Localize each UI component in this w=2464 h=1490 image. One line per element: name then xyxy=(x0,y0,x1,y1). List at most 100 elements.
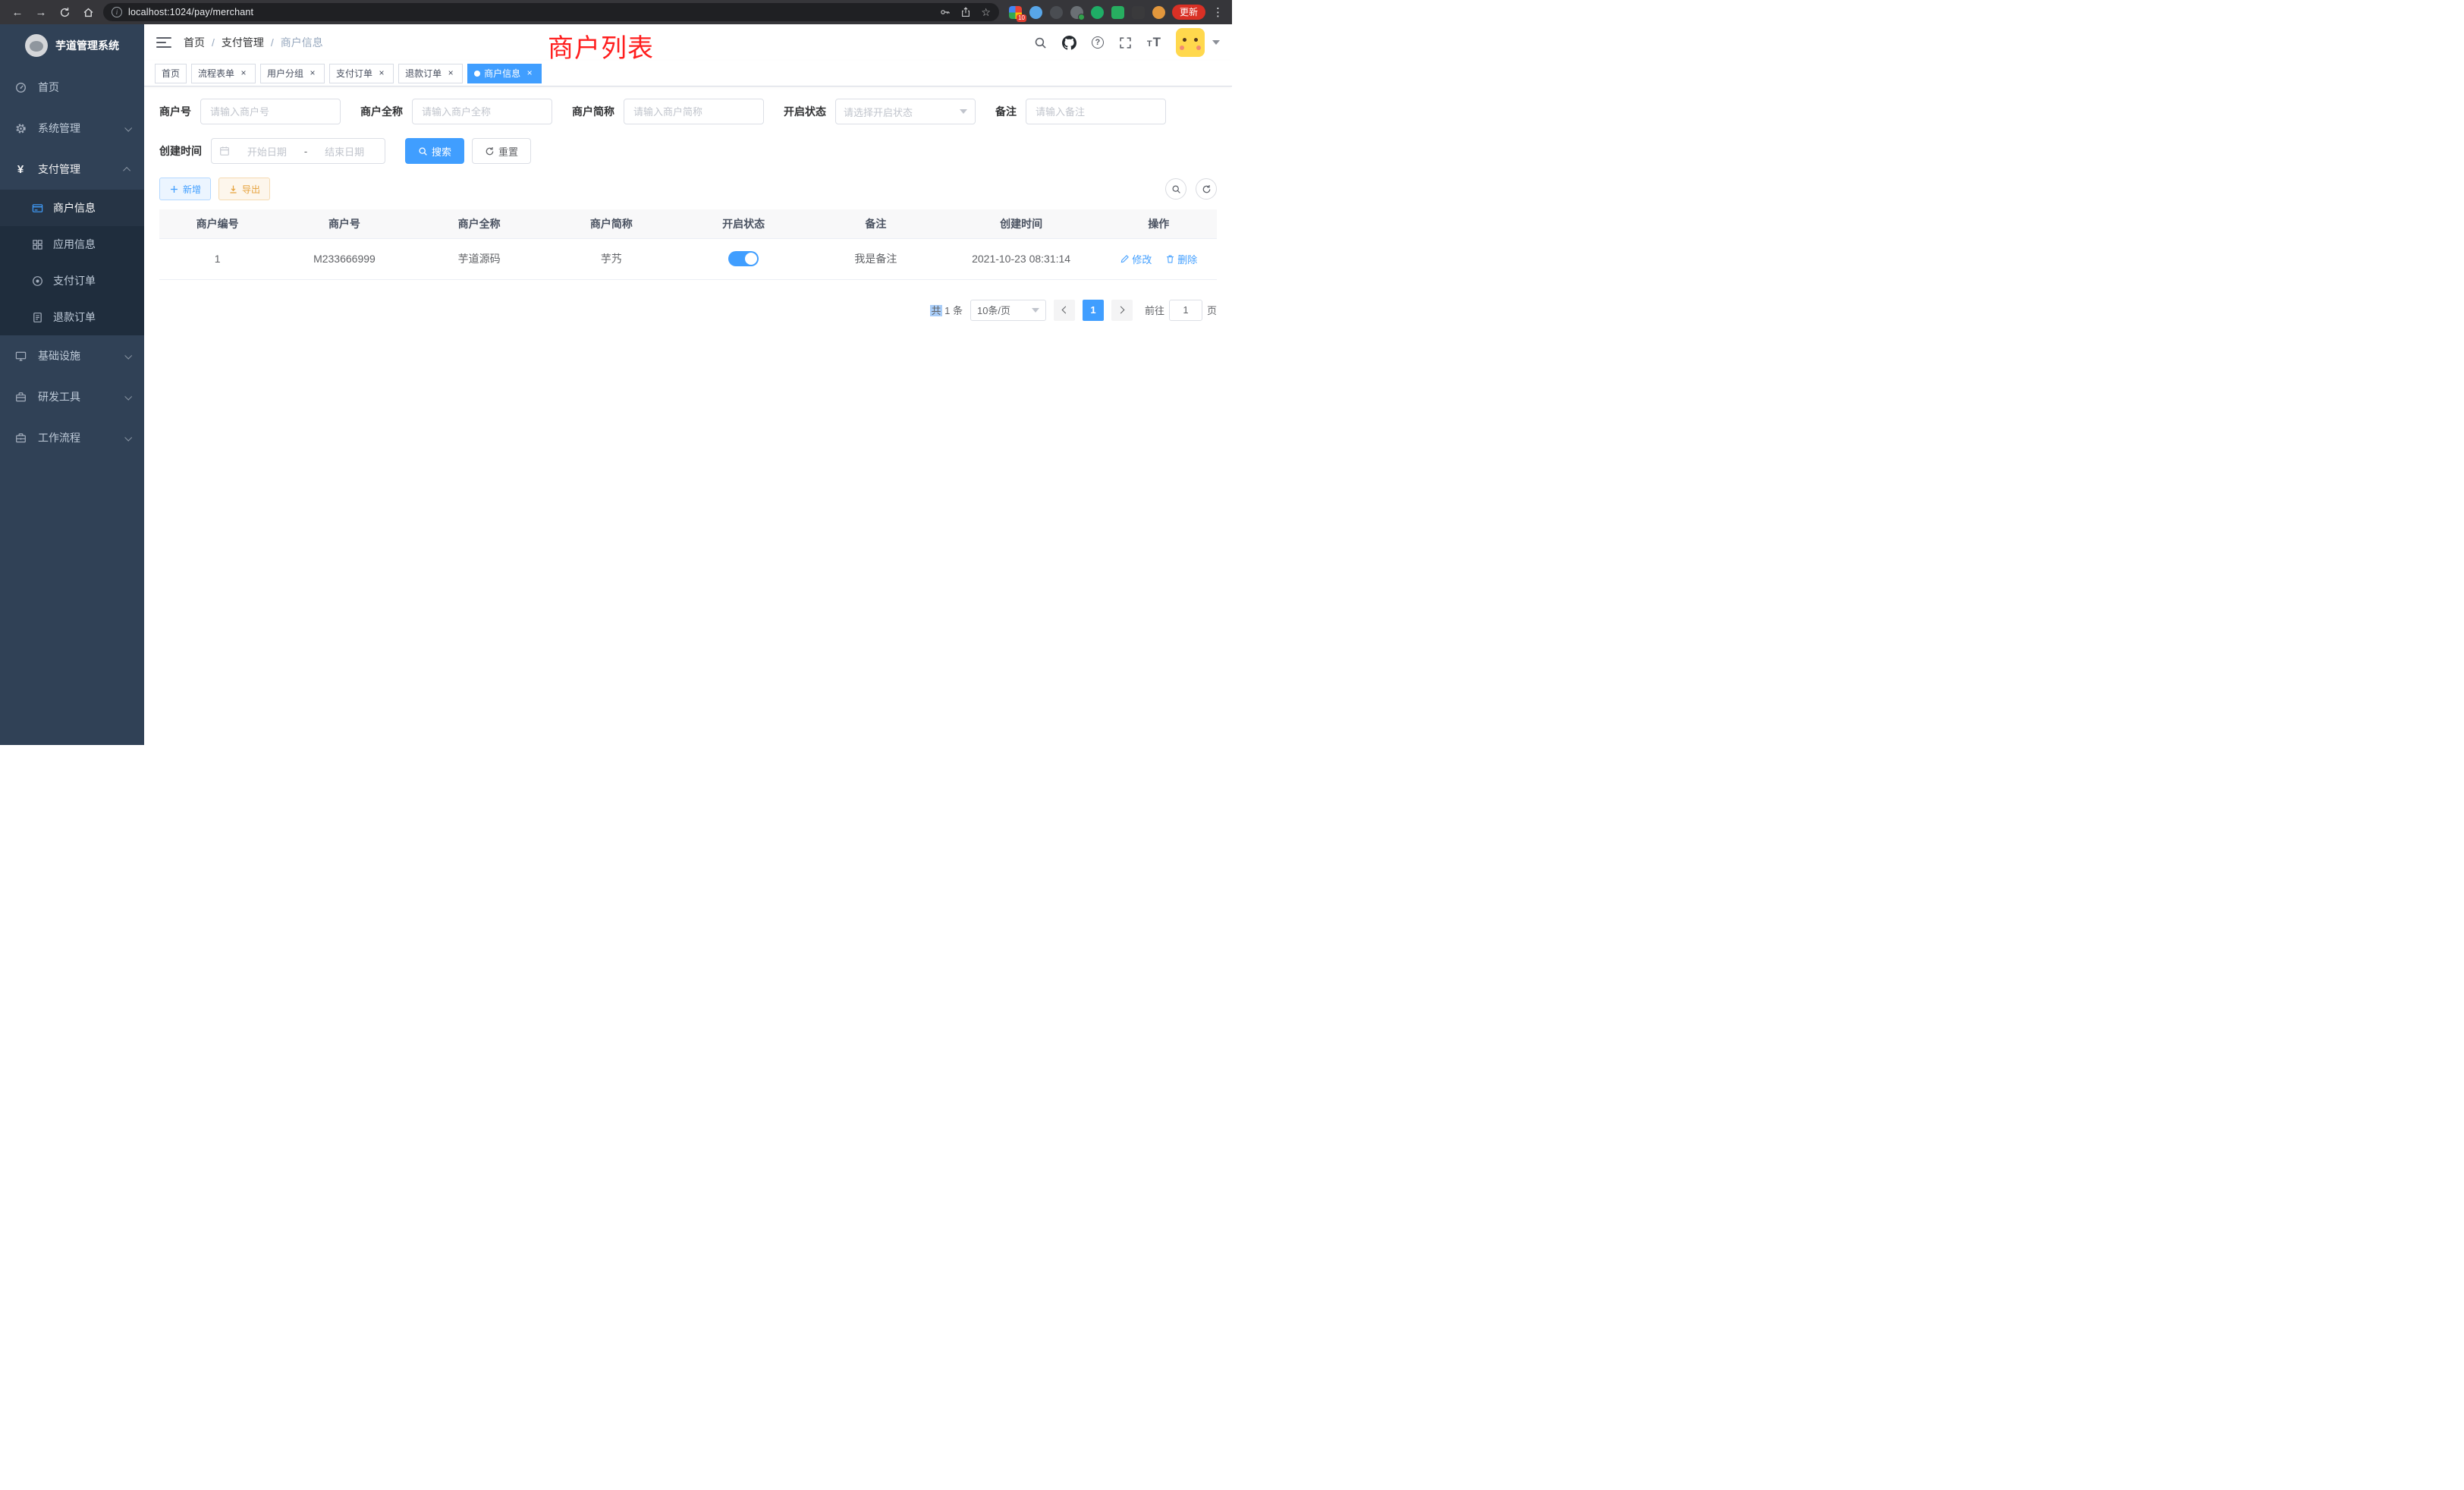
close-icon[interactable] xyxy=(524,68,535,79)
short-name-input[interactable] xyxy=(624,99,764,124)
breadcrumb-home[interactable]: 首页 xyxy=(184,35,205,50)
chevron-down-icon xyxy=(960,109,967,114)
extension-dark-circle-icon[interactable] xyxy=(1050,6,1063,19)
browser-back-icon[interactable]: ← xyxy=(9,4,26,20)
sidebar-item-pay-order[interactable]: 支付订单 xyxy=(0,262,144,299)
password-key-icon[interactable] xyxy=(940,7,951,17)
merchant-no-input[interactable] xyxy=(200,99,341,124)
address-bar[interactable]: i localhost:1024/pay/merchant ☆ xyxy=(103,3,999,21)
col-status: 开启状态 xyxy=(677,209,809,238)
goto-page-input[interactable] xyxy=(1169,300,1202,321)
pagination: 共 1 条 10条/页 1 前往 页 xyxy=(159,300,1217,321)
date-range-separator: - xyxy=(304,146,307,157)
status-select-placeholder: 请选择开启状态 xyxy=(844,105,960,119)
cell-full-name: 芋道源码 xyxy=(413,238,545,279)
close-icon[interactable] xyxy=(238,68,249,79)
sidebar-item-home[interactable]: 首页 xyxy=(0,67,144,108)
tab-user-group[interactable]: 用户分组 xyxy=(260,64,325,83)
sidebar-item-infrastructure[interactable]: 基础设施 xyxy=(0,335,144,376)
search-icon[interactable] xyxy=(1034,36,1047,49)
tab-pay-order[interactable]: 支付订单 xyxy=(329,64,394,83)
browser-forward-icon[interactable]: → xyxy=(33,4,49,20)
sidebar-item-dev-tools[interactable]: 研发工具 xyxy=(0,376,144,417)
tab-process-form[interactable]: 流程表单 xyxy=(191,64,256,83)
table-header-row: 商户编号 商户号 商户全称 商户简称 开启状态 备注 创建时间 操作 xyxy=(159,209,1217,238)
close-icon[interactable] xyxy=(376,68,387,79)
tab-refund-order[interactable]: 退款订单 xyxy=(398,64,463,83)
browser-profile-avatar[interactable] xyxy=(1152,6,1165,19)
extension-green-circle-icon[interactable] xyxy=(1091,6,1104,19)
extension-badge: 10 xyxy=(1017,14,1026,22)
cell-create-time: 2021-10-23 08:31:14 xyxy=(942,238,1101,279)
extension-blue-icon[interactable] xyxy=(1029,6,1042,19)
document-icon xyxy=(30,312,44,323)
browser-refresh-icon[interactable] xyxy=(56,4,73,20)
cell-remark: 我是备注 xyxy=(809,238,941,279)
logo-avatar xyxy=(25,34,48,57)
export-button[interactable]: 导出 xyxy=(218,178,270,200)
tab-label: 退款订单 xyxy=(405,67,442,80)
edit-pencil-icon xyxy=(1120,254,1130,264)
browser-update-button[interactable]: 更新 xyxy=(1172,5,1205,20)
breadcrumb-payment[interactable]: 支付管理 xyxy=(222,35,264,50)
browser-home-icon[interactable] xyxy=(80,4,96,20)
delete-link[interactable]: 删除 xyxy=(1165,252,1197,266)
site-info-icon[interactable]: i xyxy=(112,7,122,17)
extension-pin-icon[interactable] xyxy=(1132,6,1145,19)
breadcrumb-separator: / xyxy=(212,36,215,49)
reset-button[interactable]: 重置 xyxy=(472,138,531,164)
app-logo[interactable]: 芋道管理系统 xyxy=(0,24,144,67)
github-icon[interactable] xyxy=(1062,36,1076,50)
page-number-1[interactable]: 1 xyxy=(1083,300,1104,321)
toolbox-icon xyxy=(14,391,27,403)
sidebar-item-label: 应用信息 xyxy=(53,237,96,252)
extension-colorful-icon[interactable]: 10 xyxy=(1009,6,1022,19)
full-name-input[interactable] xyxy=(412,99,552,124)
avatar-caret-icon[interactable] xyxy=(1212,40,1220,45)
edit-link[interactable]: 修改 xyxy=(1120,252,1152,266)
bookmark-star-icon[interactable]: ☆ xyxy=(981,7,991,17)
sidebar-item-payment[interactable]: ¥ 支付管理 xyxy=(0,149,144,190)
page-size-select[interactable]: 10条/页 xyxy=(970,300,1046,321)
sidebar-item-app-info[interactable]: 应用信息 xyxy=(0,226,144,262)
refresh-table-icon[interactable] xyxy=(1196,178,1217,200)
create-time-range-picker[interactable]: 开始日期 - 结束日期 xyxy=(211,138,385,164)
close-icon[interactable] xyxy=(307,68,318,79)
tab-home[interactable]: 首页 xyxy=(155,64,187,83)
cell-status xyxy=(677,238,809,279)
sidebar-item-label: 工作流程 xyxy=(38,430,80,445)
status-toggle[interactable] xyxy=(728,251,759,266)
remark-input[interactable] xyxy=(1026,99,1166,124)
share-icon[interactable] xyxy=(960,7,971,17)
tab-merchant-info[interactable]: 商户信息 xyxy=(467,64,542,83)
sidebar-item-label: 支付管理 xyxy=(38,162,80,177)
fullscreen-icon[interactable] xyxy=(1119,36,1132,49)
sidebar-toggle-icon[interactable] xyxy=(156,37,171,48)
browser-menu-icon[interactable]: ⋮ xyxy=(1212,5,1223,19)
status-select[interactable]: 请选择开启状态 xyxy=(835,99,976,124)
next-page-button[interactable] xyxy=(1111,300,1133,321)
close-icon[interactable] xyxy=(445,68,456,79)
filter-remark: 备注 xyxy=(995,99,1166,124)
sidebar: 芋道管理系统 首页 系统管理 ¥ 支付管理 商户信息 xyxy=(0,24,144,745)
record-icon xyxy=(30,275,44,287)
toggle-search-icon[interactable] xyxy=(1165,178,1186,200)
sidebar-item-merchant-info[interactable]: 商户信息 xyxy=(0,190,144,226)
extension-green-square-icon[interactable] xyxy=(1111,6,1124,19)
add-button[interactable]: 新增 xyxy=(159,178,211,200)
sidebar-item-workflow[interactable]: 工作流程 xyxy=(0,417,144,458)
sidebar-item-system[interactable]: 系统管理 xyxy=(0,108,144,149)
download-icon xyxy=(228,184,238,194)
goto-prefix: 前往 xyxy=(1145,303,1164,317)
chevron-down-icon xyxy=(124,124,132,131)
search-button[interactable]: 搜索 xyxy=(405,138,464,164)
help-icon[interactable]: ? xyxy=(1092,36,1104,49)
app-navbar: 首页 / 支付管理 / 商户信息 ? TT xyxy=(144,24,1232,61)
sidebar-item-refund-order[interactable]: 退款订单 xyxy=(0,299,144,335)
extension-profile-icon[interactable] xyxy=(1070,6,1083,19)
end-date-placeholder: 结束日期 xyxy=(312,144,377,159)
user-avatar[interactable] xyxy=(1176,28,1205,57)
chevron-down-icon xyxy=(124,351,132,359)
prev-page-button[interactable] xyxy=(1054,300,1075,321)
font-size-icon[interactable]: TT xyxy=(1147,35,1161,50)
